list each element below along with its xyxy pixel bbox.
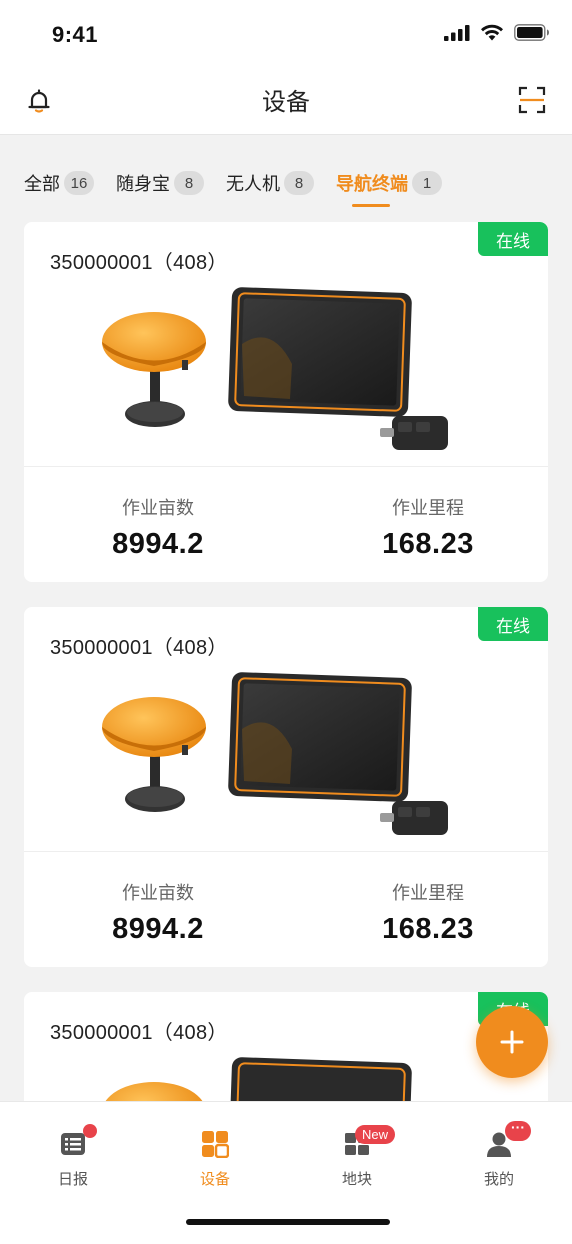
device-title: 350000001（408） [50, 252, 228, 274]
tab-label: 全部 [24, 174, 60, 194]
notification-dot [83, 1124, 97, 1138]
new-badge: New [355, 1125, 396, 1144]
tabbar-item-daily-report[interactable]: 日报 [28, 1124, 118, 1189]
stat-label: 作业亩数 [122, 883, 194, 903]
tabbar-label: 设备 [199, 1171, 230, 1188]
tab-all[interactable]: 全部 16 [24, 166, 94, 200]
stat-value: 168.23 [382, 913, 474, 945]
status-badge: 在线 [478, 607, 548, 641]
tab-count-badge: 8 [174, 171, 204, 195]
tab-navigation-terminal[interactable]: 导航终端 1 [336, 166, 442, 207]
tab-label: 无人机 [226, 174, 280, 194]
tabbar-item-plots[interactable]: New 地块 [312, 1125, 402, 1189]
tabbar-label: 我的 [483, 1171, 514, 1188]
card-divider [24, 851, 548, 852]
battery-icon [514, 24, 549, 41]
tab-count-badge: 1 [412, 171, 442, 195]
tabbar-item-devices[interactable]: 设备 [170, 1130, 260, 1189]
device-title: 350000001（408） [50, 1022, 228, 1044]
wifi-icon [481, 24, 503, 41]
status-badge: 在线 [478, 222, 548, 256]
work-mileage-stat: 作业里程 168.23 [328, 494, 528, 561]
nav-bar: 设备 [0, 70, 572, 135]
work-area-stat: 作业亩数 8994.2 [58, 879, 258, 946]
stat-value: 168.23 [382, 528, 474, 560]
stat-label: 作业里程 [392, 883, 464, 903]
tab-label: 导航终端 [336, 174, 408, 194]
tab-count-badge: 16 [64, 171, 94, 195]
tab-portable[interactable]: 随身宝 8 [116, 166, 204, 200]
device-card[interactable]: 在线 350000001（408） 作业亩数 8994.2 作业里程 168.2… [24, 222, 548, 582]
add-device-button[interactable] [476, 1006, 548, 1078]
stat-label: 作业亩数 [122, 498, 194, 518]
work-area-stat: 作业亩数 8994.2 [58, 494, 258, 561]
scan-icon[interactable] [518, 86, 546, 114]
device-filter-tabs: 全部 16 随身宝 8 无人机 8 导航终端 1 [24, 166, 464, 207]
navigation-terminal-image [102, 287, 448, 450]
tab-label: 随身宝 [116, 174, 170, 194]
message-badge: ··· [505, 1120, 531, 1141]
home-indicator [186, 1219, 390, 1225]
tab-drone[interactable]: 无人机 8 [226, 166, 314, 200]
card-divider [24, 466, 548, 467]
status-time: 9:41 [52, 22, 99, 47]
grid-icon [202, 1131, 230, 1159]
stat-value: 8994.2 [112, 528, 204, 560]
page-title: 设备 [262, 89, 310, 116]
tabbar-label: 地块 [341, 1171, 372, 1188]
status-icons [444, 24, 550, 41]
work-mileage-stat: 作业里程 168.23 [328, 879, 528, 946]
navigation-terminal-image [102, 672, 448, 835]
plus-icon [500, 1030, 524, 1054]
device-card[interactable]: 在线 350000001（408） 作业亩数 8994.2 作业里程 168.2… [24, 607, 548, 967]
stat-label: 作业里程 [392, 498, 464, 518]
tabbar-label: 日报 [57, 1171, 88, 1188]
stat-value: 8994.2 [112, 913, 204, 945]
device-title: 350000001（408） [50, 637, 228, 659]
cellular-signal-icon [444, 24, 470, 41]
status-bar: 9:41 [0, 0, 572, 70]
tab-count-badge: 8 [284, 171, 314, 195]
tabbar-item-profile[interactable]: ··· 我的 [454, 1120, 544, 1189]
